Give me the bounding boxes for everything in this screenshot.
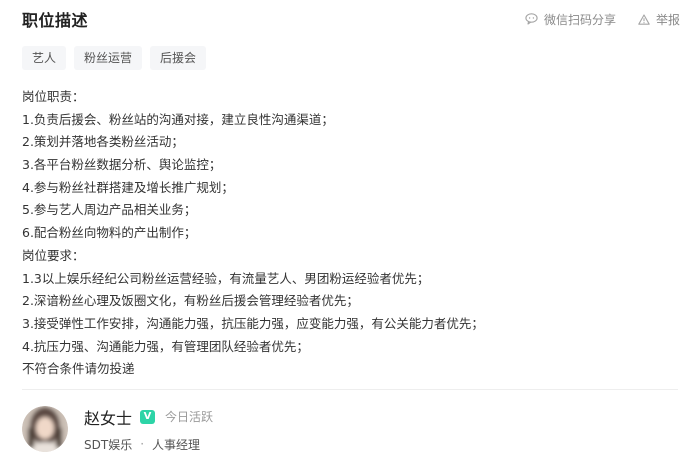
divider (22, 389, 678, 390)
recruiter-name-row: 赵女士 V 今日活跃 (84, 406, 213, 428)
report-button[interactable]: 举报 (638, 11, 680, 28)
share-label: 微信扫码分享 (543, 12, 616, 27)
recruiter-card[interactable]: 赵女士 V 今日活跃 SDT娱乐 · 人事经理 (22, 406, 213, 452)
recruiter-role: 人事经理 (152, 437, 201, 452)
description-line: 5.参与艺人周边产品相关业务； (22, 202, 197, 218)
requirements-heading: 岗位要求： (22, 247, 85, 263)
job-tag: 艺人 (22, 46, 67, 70)
job-tag: 粉丝运营 (74, 46, 143, 70)
description-line: 2.深谙粉丝心理及饭圈文化，有粉丝后援会管理经验者优先； (22, 293, 359, 309)
job-tags: 艺人 粉丝运营 后援会 (22, 46, 207, 70)
job-description-text: 岗位职责： 1.负责后援会、粉丝站的沟通对接，建立良性沟通渠道； 2.策划并落地… (22, 86, 680, 381)
wechat-share-button[interactable]: 微信扫码分享 (525, 11, 616, 28)
description-line: 4.参与粉丝社群搭建及增长推广规划； (22, 179, 234, 195)
recruiter-company-row: SDT娱乐 · 人事经理 (84, 436, 213, 453)
description-note: 不符合条件请勿投递 (22, 361, 135, 377)
header-actions: 微信扫码分享 举报 (525, 11, 680, 28)
description-line: 2.策划并落地各类粉丝活动； (22, 134, 184, 150)
avatar[interactable] (22, 406, 68, 452)
section-title: 职位描述 (22, 11, 89, 30)
description-line: 3.各平台粉丝数据分析、舆论监控； (22, 157, 222, 173)
separator: · (140, 437, 145, 451)
report-label: 举报 (655, 12, 680, 27)
verified-icon: V (140, 409, 156, 424)
job-description-panel: 职位描述 微信扫码分享 举报 艺人 粉丝运营 后援会 岗位职责： 1.负责后援会… (0, 0, 700, 468)
description-line: 6.配合粉丝向物料的产出制作； (22, 225, 197, 241)
description-line: 1.3以上娱乐经纪公司粉丝运营经验，有流量艺人、男团粉运经验者优先； (22, 270, 430, 286)
wechat-bubble-icon (525, 13, 538, 25)
recruiter-info: 赵女士 V 今日活跃 SDT娱乐 · 人事经理 (84, 406, 213, 453)
recruiter-name: 赵女士 (84, 408, 133, 428)
description-line: 3.接受弹性工作安排，沟通能力强，抗压能力强，应变能力强，有公关能力者优先； (22, 315, 484, 331)
warning-triangle-icon (638, 13, 650, 25)
description-line: 4.抗压力强、沟通能力强，有管理团队经验者优先； (22, 338, 309, 354)
activity-status: 今日活跃 (165, 410, 214, 424)
section-header: 职位描述 微信扫码分享 举报 (22, 8, 680, 30)
description-line: 1.负责后援会、粉丝站的沟通对接，建立良性沟通渠道； (22, 111, 334, 127)
responsibilities-heading: 岗位职责： (22, 89, 85, 104)
company-name: SDT娱乐 (84, 437, 133, 452)
job-tag: 后援会 (150, 46, 207, 70)
